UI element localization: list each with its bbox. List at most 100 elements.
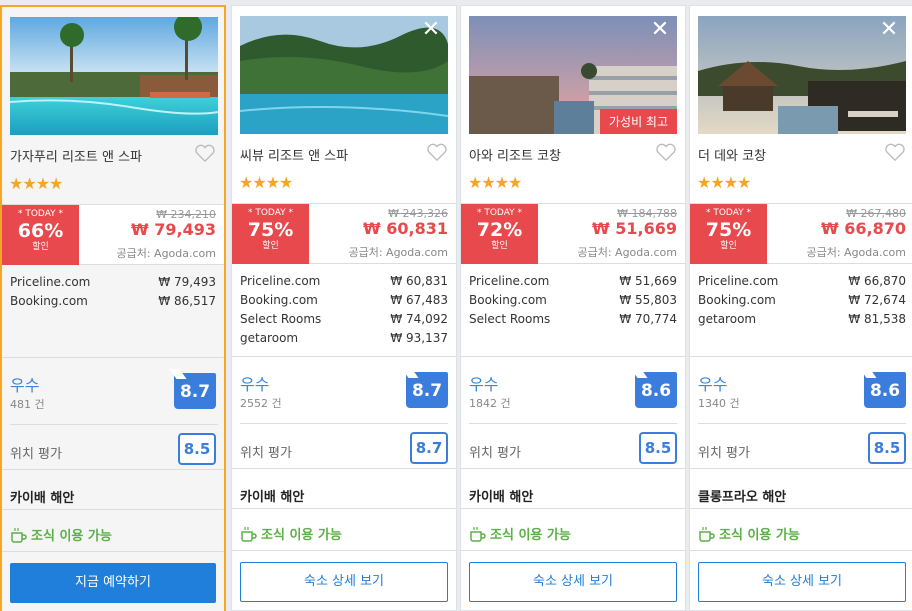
best-value-ribbon: 가성비 최고 [599,109,677,134]
site-price: ₩ 70,774 [619,312,677,326]
site-name: Booking.com [10,294,88,308]
site-name: getaroom [698,312,757,326]
deal-price[interactable]: ₩ 79,493 [131,220,216,239]
location-label: 위치 평가 [469,446,521,461]
deal-box[interactable]: * TODAY * 75% 할인 ₩ 243,326 ₩ 60,831 공급처:… [232,203,456,264]
review-count[interactable]: 1340 건 [698,395,740,411]
hotel-name[interactable]: 아와 리조트 코창 [469,145,561,164]
heart-icon[interactable] [426,142,448,162]
review-count[interactable]: 1842 건 [469,395,511,411]
rating-label: 우수 [469,375,499,394]
area-name: 카이배 해안 [10,491,75,506]
discount-percent: 75% [705,219,752,241]
price-row[interactable]: getaroom ₩ 93,137 [240,331,448,350]
hotel-photo[interactable]: ✕ [240,16,448,134]
hotel-card-4[interactable]: ✕ 더 데와 코창 ★★★★ * TODAY * 75% 할인 ₩ 267,48… [689,5,912,611]
today-label: * TODAY * [247,208,294,218]
site-name: Priceline.com [469,274,550,288]
price-row[interactable]: Booking.com ₩ 86,517 [10,294,216,313]
deal-box[interactable]: * TODAY * 66% 할인 ₩ 234,210 ₩ 79,493 공급처:… [2,204,224,265]
divider [10,424,218,425]
today-label: * TODAY * [705,208,752,218]
hotel-card-1[interactable]: 가자푸리 리조트 앤 스파 ★★★★ * TODAY * 66% 할인 ₩ 23… [0,5,226,611]
star-rating: ★★★★ [468,173,522,192]
price-row[interactable]: Select Rooms ₩ 70,774 [469,312,677,331]
divider [2,509,224,510]
price-row[interactable]: Booking.com ₩ 72,674 [698,293,906,312]
divider [698,423,906,424]
divider [2,469,224,470]
site-name: Booking.com [698,293,776,307]
heart-icon[interactable] [884,142,906,162]
hotel-photo[interactable]: ✕ 가성비 최고 [469,16,677,134]
site-price: ₩ 66,870 [848,274,906,288]
breakfast-label: 조식 이용 가능 [261,528,342,543]
breakfast-label: 조식 이용 가능 [719,528,800,543]
site-name: Priceline.com [240,274,321,288]
heart-icon[interactable] [194,143,216,163]
view-details-button[interactable]: 숙소 상세 보기 [698,562,906,602]
price-row[interactable]: Select Rooms ₩ 74,092 [240,312,448,331]
supplier: 공급처: Agoda.com [806,246,906,259]
villa-pool-image [698,16,906,134]
discount-label: 할인 [32,242,49,252]
view-details-button[interactable]: 숙소 상세 보기 [240,562,448,602]
discount-percent: 75% [247,219,294,241]
discount-label: 할인 [720,241,737,251]
location-label: 위치 평가 [698,446,750,461]
review-count[interactable]: 2552 건 [240,395,282,411]
divider [240,423,448,424]
close-icon[interactable]: ✕ [649,19,671,42]
price-row[interactable]: Booking.com ₩ 55,803 [469,293,677,312]
heart-icon[interactable] [655,142,677,162]
location-label: 위치 평가 [10,447,62,462]
star-rating: ★★★★ [697,173,751,192]
hotel-photo[interactable] [10,17,218,135]
discount-badge: * TODAY * 75% 할인 [232,204,309,264]
breakfast-info: 조식 이용 가능 [240,524,342,543]
hotel-name[interactable]: 가자푸리 리조트 앤 스파 [10,146,142,165]
deal-box[interactable]: * TODAY * 75% 할인 ₩ 267,480 ₩ 66,870 공급처:… [690,203,912,264]
divider [232,508,456,509]
view-details-button[interactable]: 숙소 상세 보기 [469,562,677,602]
deal-price[interactable]: ₩ 51,669 [592,219,677,238]
deal-box[interactable]: * TODAY * 72% 할인 ₩ 184,788 ₩ 51,669 공급처:… [461,203,685,264]
other-prices-list: Priceline.com ₩ 66,870 Booking.com ₩ 72,67… [698,274,906,331]
divider [2,551,224,552]
close-icon[interactable]: ✕ [878,19,900,42]
deal-price[interactable]: ₩ 66,870 [821,219,906,238]
price-row[interactable]: Booking.com ₩ 67,483 [240,293,448,312]
hotel-name[interactable]: 씨뷰 리조트 앤 스파 [240,145,348,164]
review-score: 8.6 [864,372,906,408]
today-label: * TODAY * [17,209,64,219]
deal-price[interactable]: ₩ 60,831 [363,219,448,238]
site-price: ₩ 74,092 [390,312,448,326]
site-price: ₩ 67,483 [390,293,448,307]
hotel-name[interactable]: 더 데와 코창 [698,145,766,164]
breakfast-info: 조식 이용 가능 [10,525,112,544]
coffee-cup-icon [11,527,27,543]
site-price: ₩ 86,517 [158,294,216,308]
hotel-card-2[interactable]: ✕ 씨뷰 리조트 앤 스파 ★★★★ * TODAY * 75% 할인 ₩ 24… [231,5,457,611]
price-row[interactable]: Priceline.com ₩ 60,831 [240,274,448,293]
location-score: 8.5 [868,432,906,464]
review-count[interactable]: 481 건 [10,396,45,412]
coffee-cup-icon [699,526,715,542]
rating-label: 우수 [10,376,40,395]
price-row[interactable]: getaroom ₩ 81,538 [698,312,906,331]
hotel-photo[interactable]: ✕ [698,16,906,134]
breakfast-info: 조식 이용 가능 [698,524,800,543]
price-row[interactable]: Priceline.com ₩ 79,493 [10,275,216,294]
price-row[interactable]: Priceline.com ₩ 51,669 [469,274,677,293]
divider [461,356,685,357]
close-icon[interactable]: ✕ [420,19,442,42]
discount-badge: * TODAY * 66% 할인 [2,205,79,265]
discount-percent: 66% [17,220,64,242]
site-price: ₩ 51,669 [619,274,677,288]
divider [461,550,685,551]
book-now-button[interactable]: 지금 예약하기 [10,563,216,603]
hotel-card-3[interactable]: ✕ 가성비 최고 아와 리조트 코창 ★★★★ * TODAY * 72% 할인… [460,5,686,611]
site-name: Select Rooms [469,312,551,326]
price-row[interactable]: Priceline.com ₩ 66,870 [698,274,906,293]
rating-label: 우수 [240,375,270,394]
